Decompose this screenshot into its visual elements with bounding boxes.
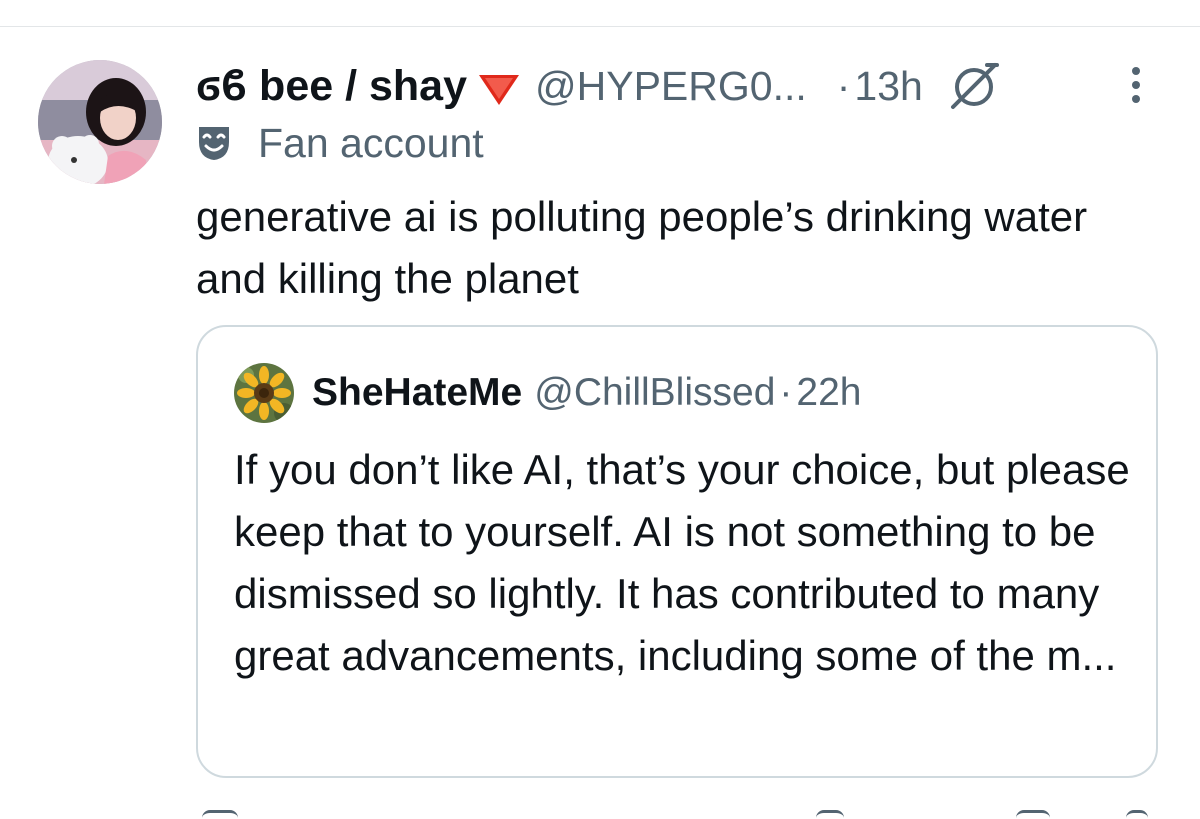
share-icon[interactable] [1016, 810, 1050, 819]
label-text: Fan account [258, 119, 484, 166]
top-divider [0, 26, 1200, 27]
quoted-tweet-text: If you don’t like AI, that’s your choice… [234, 446, 1130, 679]
quoted-user-handle[interactable]: @ChillBlissed [534, 371, 775, 415]
user-handle[interactable]: @HYPERG0... [535, 63, 807, 110]
affiliation-label[interactable]: Fan account [196, 118, 484, 168]
quoted-separator-dot: · [779, 371, 793, 414]
tweet-header: ϭϐ bee / shay @HYPERG0... · 13h [196, 58, 1001, 114]
timestamp[interactable]: 13h [854, 63, 922, 110]
more-options-icon[interactable] [1126, 64, 1146, 106]
separator-dot: · [836, 62, 851, 109]
upload-icon[interactable] [1126, 810, 1148, 819]
red-triangle-icon [479, 75, 519, 105]
action-bar [196, 806, 1156, 819]
quoted-tweet-header: SheHateMe @ChillBlissed · 22h [312, 365, 861, 421]
display-name[interactable]: ϭϐ bee / shay [196, 62, 467, 111]
reply-icon[interactable] [202, 810, 238, 819]
quoted-tweet-card[interactable]: SheHateMe @ChillBlissed · 22h If you don… [196, 325, 1158, 778]
avatar[interactable] [38, 60, 162, 184]
sunflower-avatar[interactable] [234, 363, 294, 423]
bookmark-icon[interactable] [816, 810, 844, 819]
quoted-display-name[interactable]: SheHateMe [312, 371, 522, 415]
quoted-timestamp[interactable]: 22h [796, 371, 861, 415]
theater-mask-icon [199, 127, 229, 160]
slashed-circle-icon [950, 63, 999, 109]
tweet-text: generative ai is polluting people’s drin… [196, 193, 1088, 302]
